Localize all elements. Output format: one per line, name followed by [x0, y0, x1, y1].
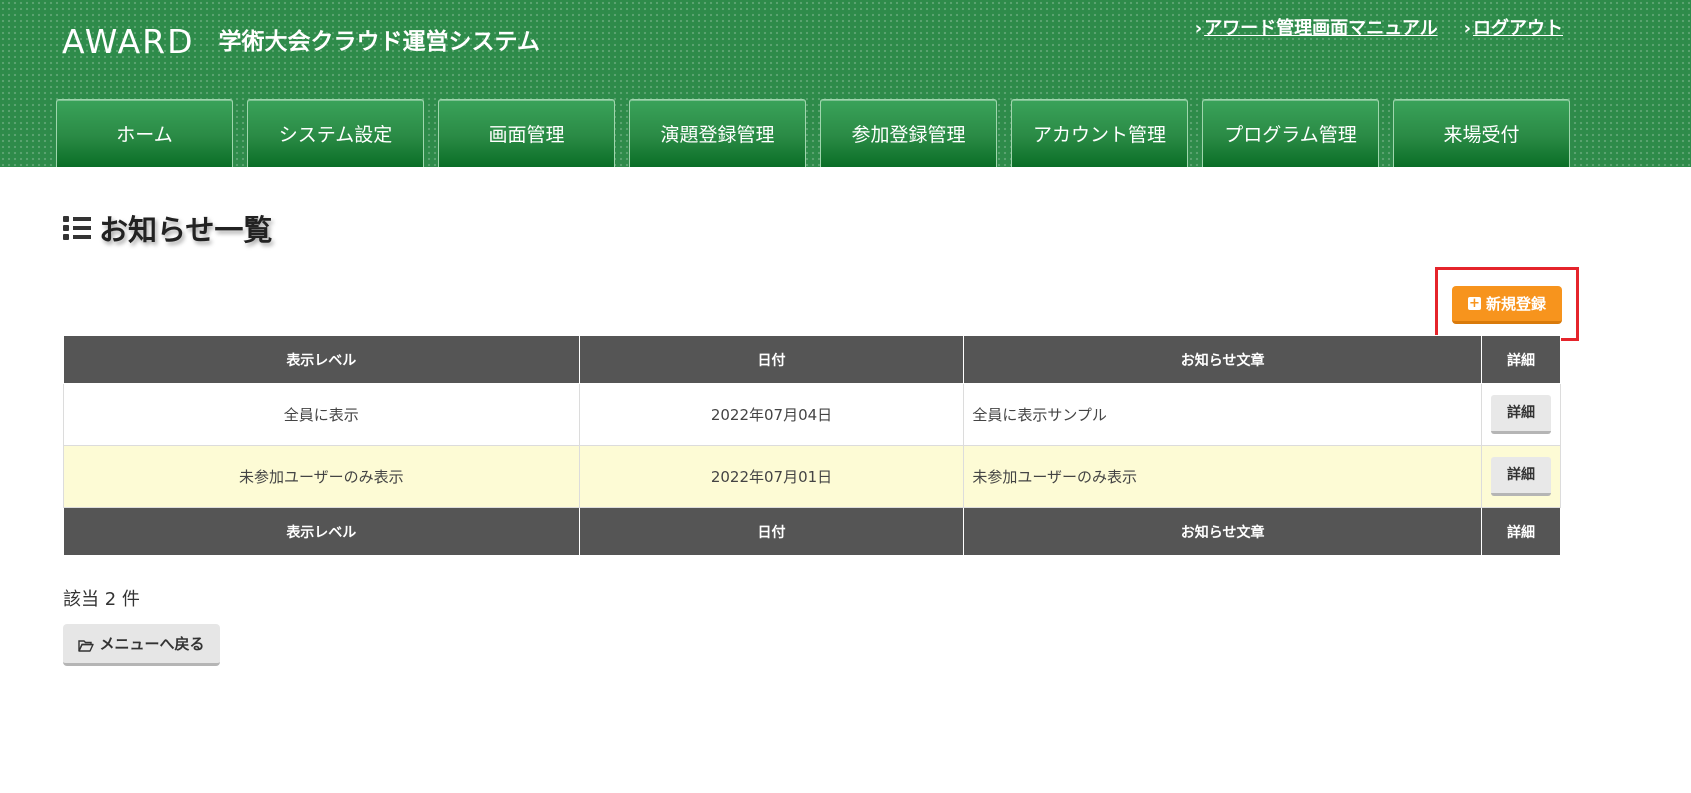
- tab-reception[interactable]: 来場受付: [1393, 99, 1570, 167]
- footer-header-text: お知らせ文章: [963, 507, 1482, 556]
- cell-level: 未参加ユーザーのみ表示: [63, 445, 580, 508]
- table-footer-row: 表示レベル 日付 お知らせ文章 詳細: [63, 507, 1562, 556]
- brand: AWARD 学術大会クラウド運営システム: [62, 22, 540, 62]
- column-header-date: 日付: [578, 335, 965, 384]
- main-nav: ホーム システム設定 画面管理 演題登録管理 参加登録管理 アカウント管理 プロ…: [56, 99, 1570, 167]
- tab-screen-management[interactable]: 画面管理: [438, 99, 615, 167]
- cell-text: 未参加ユーザーのみ表示: [963, 445, 1482, 508]
- tab-abstract-management[interactable]: 演題登録管理: [629, 99, 806, 167]
- column-header-text: お知らせ文章: [963, 335, 1482, 384]
- page-title-text: お知らせ一覧: [99, 213, 273, 247]
- tab-account-management[interactable]: アカウント管理: [1011, 99, 1188, 167]
- tab-home[interactable]: ホーム: [56, 99, 233, 167]
- chevron-right-icon: ›: [1463, 18, 1471, 39]
- cell-date: 2022年07月01日: [578, 445, 965, 508]
- plus-square-icon: +: [1467, 296, 1481, 311]
- cell-level: 全員に表示: [63, 383, 580, 446]
- detail-button[interactable]: 詳細: [1490, 395, 1551, 434]
- list-icon: [63, 216, 91, 240]
- tab-system-settings[interactable]: システム設定: [247, 99, 424, 167]
- manual-link[interactable]: › アワード管理画面マニュアル: [1195, 14, 1438, 40]
- new-registration-button[interactable]: + 新規登録: [1452, 286, 1562, 324]
- back-to-menu-button[interactable]: メニューへ戻る: [63, 624, 220, 666]
- column-header-detail: 詳細: [1480, 335, 1562, 384]
- award-logo[interactable]: AWARD: [62, 22, 195, 62]
- logout-link-label: ログアウト: [1473, 18, 1563, 39]
- table-row: 未参加ユーザーのみ表示 2022年07月01日 未参加ユーザーのみ表示 詳細: [63, 445, 1562, 508]
- logout-link[interactable]: › ログアウト: [1464, 14, 1563, 40]
- manual-link-label: アワード管理画面マニュアル: [1204, 18, 1438, 39]
- cell-detail: 詳細: [1480, 445, 1562, 508]
- footer-header-level: 表示レベル: [63, 507, 580, 556]
- page-title: お知らせ一覧: [63, 207, 272, 249]
- cell-text: 全員に表示サンプル: [963, 383, 1482, 446]
- new-registration-label: 新規登録: [1485, 295, 1546, 313]
- table-row: 全員に表示 2022年07月04日 全員に表示サンプル 詳細: [63, 383, 1562, 446]
- tab-program-management[interactable]: プログラム管理: [1202, 99, 1379, 167]
- header-links: › アワード管理画面マニュアル › ログアウト: [1169, 14, 1563, 40]
- folder-open-icon: [78, 638, 95, 652]
- notices-table: 表示レベル 日付 お知らせ文章 詳細 全員に表示 2022年07月04日 全員に…: [63, 335, 1562, 556]
- footer-header-detail: 詳細: [1480, 507, 1562, 556]
- site-header: AWARD 学術大会クラウド運営システム › アワード管理画面マニュアル › ログア…: [0, 0, 1691, 167]
- tab-registration-management[interactable]: 参加登録管理: [820, 99, 997, 167]
- system-title: 学術大会クラウド運営システム: [218, 29, 540, 55]
- cell-date: 2022年07月04日: [578, 383, 965, 446]
- cell-detail: 詳細: [1480, 383, 1562, 446]
- footer-header-date: 日付: [578, 507, 965, 556]
- table-header-row: 表示レベル 日付 お知らせ文章 詳細: [63, 335, 1562, 384]
- back-to-menu-label: メニューへ戻る: [99, 635, 205, 653]
- chevron-right-icon: ›: [1194, 18, 1203, 39]
- detail-button[interactable]: 詳細: [1490, 457, 1551, 496]
- result-count: 該当 2 件: [63, 589, 140, 610]
- column-header-level: 表示レベル: [63, 335, 580, 384]
